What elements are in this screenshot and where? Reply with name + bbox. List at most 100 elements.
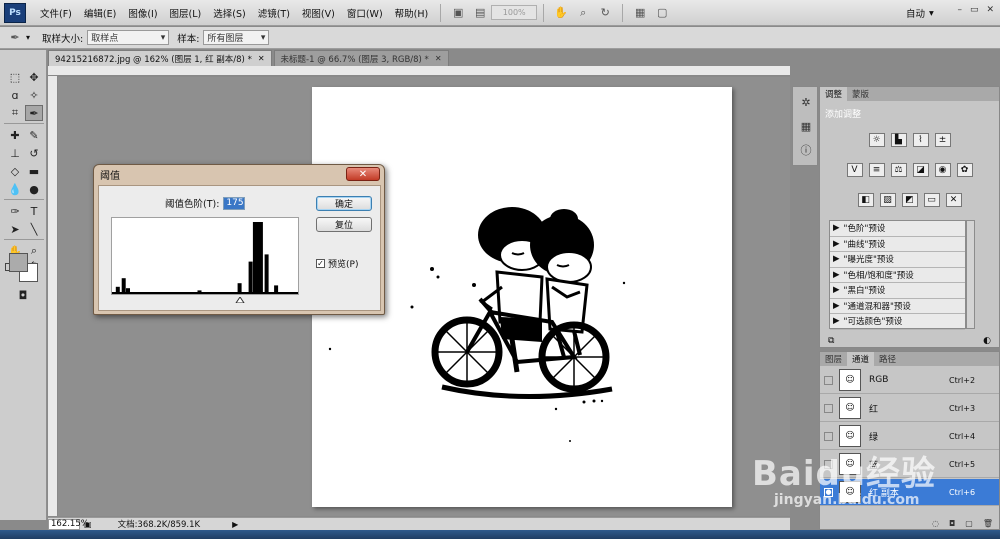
path-selection-tool-icon[interactable]: ➤ <box>6 221 24 237</box>
lasso-tool-icon[interactable]: ɑ <box>6 87 24 103</box>
exposure-icon[interactable]: ± <box>934 133 951 147</box>
threshold-slider[interactable] <box>111 296 299 304</box>
selective-color-icon[interactable]: ✕ <box>945 193 962 207</box>
ok-button[interactable]: 确定 <box>316 196 372 211</box>
menu-help[interactable]: 帮助(H) <box>389 6 435 20</box>
zoom-tool-icon[interactable]: ⌕ <box>574 5 592 21</box>
menu-filter[interactable]: 滤镜(T) <box>252 6 296 20</box>
preset-black-white[interactable]: ▶ "黑白"预设 <box>830 283 965 299</box>
load-selection-icon[interactable]: ◌ <box>932 519 939 530</box>
bridge-icon[interactable]: ▣ <box>449 5 467 21</box>
view-extras-icon[interactable]: ▤ <box>471 5 489 21</box>
channel-row-red[interactable]: ☺ 红 Ctrl+3 <box>820 395 999 422</box>
color-balance-icon[interactable]: ⚖ <box>890 163 907 177</box>
menu-window[interactable]: 窗口(W) <box>341 6 389 20</box>
vibrance-icon[interactable]: V <box>846 163 863 177</box>
status-icon[interactable]: ▣ <box>84 520 92 529</box>
menu-select[interactable]: 选择(S) <box>207 6 251 20</box>
clone-stamp-tool-icon[interactable]: ⊥ <box>6 145 24 161</box>
invert-icon[interactable]: ◧ <box>857 193 874 207</box>
delete-channel-icon[interactable]: 🗑 <box>983 519 993 530</box>
preset-channel-mixer[interactable]: ▶ "通道混和器"预设 <box>830 299 965 314</box>
close-icon[interactable]: ✕ <box>258 54 265 63</box>
threshold-icon[interactable]: ◩ <box>901 193 918 207</box>
move-tool-icon[interactable]: ✥ <box>25 69 43 85</box>
sample-size-select[interactable]: 取样点 ▾ <box>87 30 170 45</box>
preset-selective-color[interactable]: ▶ "可选颜色"预设 <box>830 314 965 330</box>
menu-image[interactable]: 图像(I) <box>122 6 163 20</box>
preset-levels[interactable]: ▶ "色阶"预设 <box>830 221 965 237</box>
type-tool-icon[interactable]: T <box>25 203 43 219</box>
rotate-view-icon[interactable]: ↻ <box>596 5 614 21</box>
info-panel-icon[interactable]: ⓘ <box>798 143 814 157</box>
restore-button[interactable]: ▭ <box>970 5 979 15</box>
eyedropper-icon[interactable]: ✒ <box>6 30 24 46</box>
presets-scrollbar[interactable] <box>966 220 975 329</box>
save-selection-icon[interactable]: ◘ <box>949 519 955 530</box>
status-menu-arrow-icon[interactable]: ▶ <box>232 520 238 529</box>
brightness-contrast-icon[interactable]: ☼ <box>868 133 885 147</box>
preset-exposure[interactable]: ▶ "曝光度"预设 <box>830 252 965 268</box>
clip-layer-icon[interactable]: ⧉ <box>828 336 834 348</box>
preset-curves[interactable]: ▶ "曲线"预设 <box>830 237 965 252</box>
workspace-switcher[interactable]: 自动 ▾ <box>906 6 934 21</box>
zoom-level-select[interactable]: 100% <box>491 5 538 20</box>
tab-document-2[interactable]: 未标题-1 @ 66.7% (图层 3, RGB/8) * ✕ <box>273 50 449 66</box>
preset-hue-saturation[interactable]: ▶ "色相/饱和度"预设 <box>830 268 965 283</box>
line-tool-icon[interactable]: ╲ <box>25 221 43 237</box>
visibility-toggle[interactable] <box>824 431 833 441</box>
new-channel-icon[interactable]: ▢ <box>965 519 973 530</box>
tab-layers[interactable]: 图层 <box>820 352 847 366</box>
curves-icon[interactable]: ⌇ <box>912 133 929 147</box>
screen-mode-icon[interactable]: ▢ <box>653 5 671 21</box>
eyedropper-tool-icon[interactable]: ✒ <box>25 105 43 121</box>
history-brush-tool-icon[interactable]: ↺ <box>25 145 43 161</box>
foreground-color-swatch[interactable] <box>9 253 28 272</box>
threshold-level-input[interactable]: 175 <box>223 196 246 210</box>
quick-mask-icon[interactable]: ◘ <box>14 287 32 303</box>
preview-checkbox[interactable]: ✓ <box>316 259 325 268</box>
channel-row-blue[interactable]: ☺ 蓝 Ctrl+5 <box>820 451 999 478</box>
hand-tool-icon[interactable]: ✋ <box>552 5 570 21</box>
visibility-toggle[interactable] <box>824 459 833 469</box>
crop-tool-icon[interactable]: ⌗ <box>6 105 24 121</box>
channel-row-green[interactable]: ☺ 绿 Ctrl+4 <box>820 423 999 450</box>
marquee-tool-icon[interactable]: ⬚ <box>6 69 24 85</box>
eye-icon[interactable]: ● <box>824 487 833 497</box>
reset-button[interactable]: 复位 <box>316 217 372 232</box>
close-button[interactable]: ✕ <box>986 5 994 15</box>
masks-panel-icon[interactable]: ▦ <box>798 119 814 133</box>
gradient-map-icon[interactable]: ▭ <box>923 193 940 207</box>
tab-document-1[interactable]: 94215216872.jpg @ 162% (图层 1, 红 副本/8) * … <box>48 50 272 66</box>
visibility-toggle[interactable] <box>824 375 833 385</box>
menu-layer[interactable]: 图层(L) <box>164 6 208 20</box>
gradient-tool-icon[interactable]: ▬ <box>25 163 43 179</box>
dodge-tool-icon[interactable]: ● <box>25 181 43 197</box>
brush-tool-icon[interactable]: ✎ <box>25 127 43 143</box>
pen-tool-icon[interactable]: ✑ <box>6 203 24 219</box>
eraser-tool-icon[interactable]: ◇ <box>6 163 24 179</box>
adjustments-panel-icon[interactable]: ✲ <box>798 95 814 109</box>
tab-paths[interactable]: 路径 <box>874 352 901 366</box>
tab-masks[interactable]: 蒙版 <box>847 87 874 101</box>
sample-select[interactable]: 所有图层 ▾ <box>203 30 270 45</box>
healing-brush-tool-icon[interactable]: ✚ <box>6 127 24 143</box>
menu-edit[interactable]: 编辑(E) <box>78 6 122 20</box>
visibility-toggle[interactable] <box>824 403 833 413</box>
magic-wand-tool-icon[interactable]: ✧ <box>25 87 43 103</box>
levels-icon[interactable]: ▙ <box>890 133 907 147</box>
dialog-close-button[interactable]: ✕ <box>346 167 380 181</box>
close-icon[interactable]: ✕ <box>435 54 442 63</box>
chevron-down-icon[interactable]: ▾ <box>26 33 30 42</box>
tab-channels[interactable]: 通道 <box>847 352 875 366</box>
channel-row-rgb[interactable]: ☺ RGB Ctrl+2 <box>820 367 999 394</box>
arrange-documents-icon[interactable]: ▦ <box>631 5 649 21</box>
minimize-button[interactable]: – <box>957 5 962 15</box>
black-white-icon[interactable]: ◪ <box>912 163 929 177</box>
blur-tool-icon[interactable]: 💧 <box>6 181 24 197</box>
tab-adjustments[interactable]: 调整 <box>820 87 848 101</box>
adjustment-mask-icon[interactable]: ◐ <box>983 336 991 348</box>
dialog-titlebar[interactable]: 阈值 <box>94 165 384 183</box>
posterize-icon[interactable]: ▨ <box>879 193 896 207</box>
zoom-percentage-field[interactable]: 162.15% <box>48 518 89 530</box>
